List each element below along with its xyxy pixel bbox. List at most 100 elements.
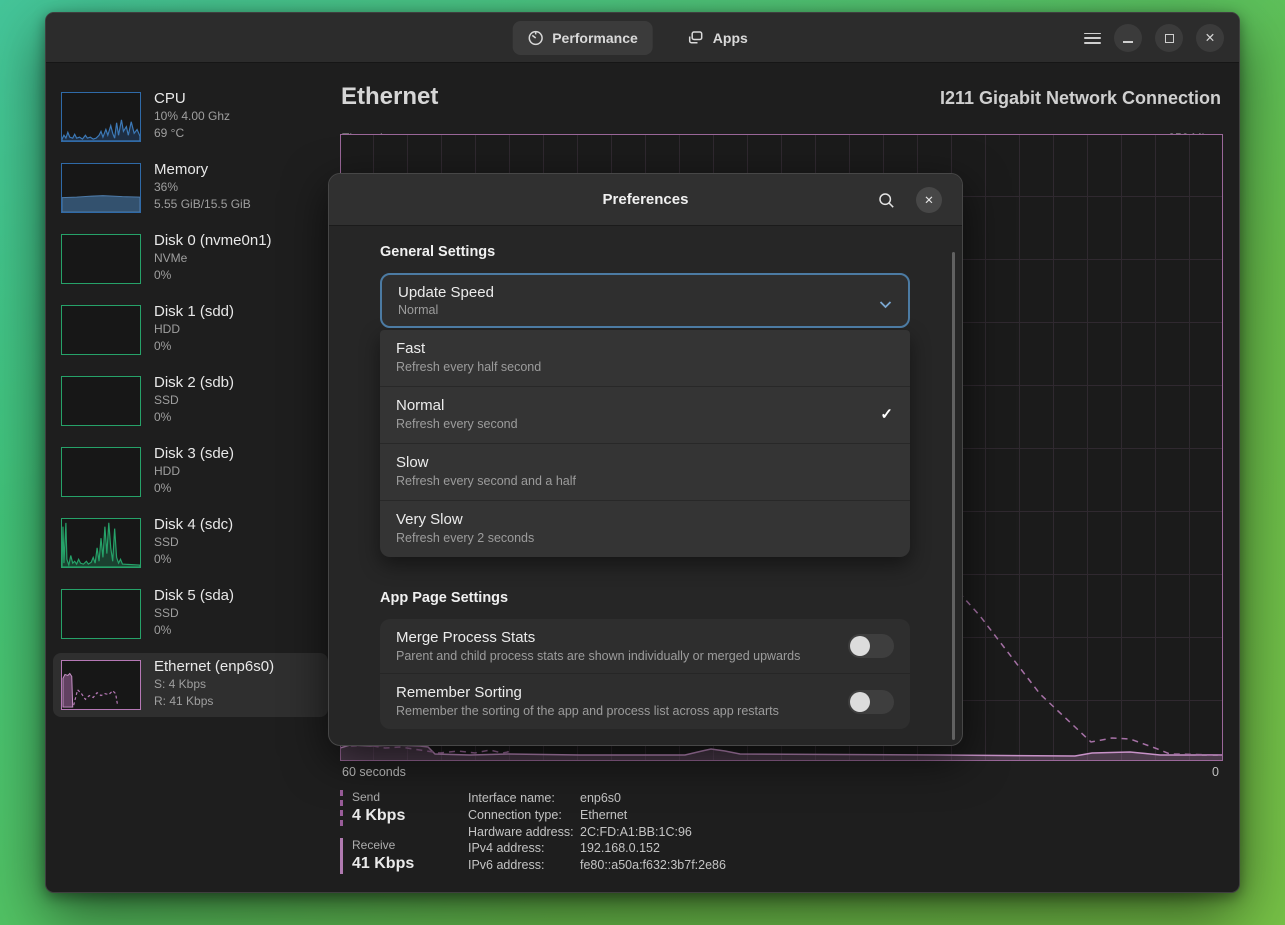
sidebar-item[interactable]: Disk 2 (sdb) SSD 0% bbox=[53, 369, 328, 433]
sidebar-item-line3: R: 41 Kbps bbox=[154, 693, 274, 710]
setting-label: Merge Process Stats bbox=[396, 628, 800, 648]
dropdown-option[interactable]: Fast Refresh every half second ✓ bbox=[380, 330, 910, 387]
detail-label: IPv6 address: bbox=[468, 857, 580, 874]
page-title: Ethernet bbox=[341, 83, 438, 111]
update-speed-value: Normal bbox=[398, 302, 892, 318]
sidebar-item-line2: SSD bbox=[154, 392, 234, 409]
app-window: Performance Apps ✕ CPU bbox=[45, 12, 1240, 893]
detail-value: fe80::a50a:f632:3b7f:2e86 bbox=[580, 857, 726, 874]
option-description: Refresh every second bbox=[396, 416, 894, 433]
search-icon[interactable] bbox=[874, 188, 898, 212]
sparkline-thumbnail bbox=[61, 589, 141, 639]
send-value: 4 Kbps bbox=[352, 805, 405, 826]
maximize-button[interactable] bbox=[1155, 24, 1183, 52]
sparkline-thumbnail bbox=[61, 518, 141, 568]
dialog-title: Preferences bbox=[329, 191, 962, 208]
sidebar-item[interactable]: Disk 3 (sde) HDD 0% bbox=[53, 440, 328, 504]
sidebar-item-name: Disk 2 (sdb) bbox=[154, 374, 234, 392]
update-speed-dropdown[interactable]: Update Speed Normal bbox=[380, 273, 910, 328]
receive-label: Receive bbox=[352, 838, 414, 853]
option-label: Fast bbox=[396, 339, 894, 359]
sidebar-item-name: CPU bbox=[154, 90, 230, 108]
minimize-button[interactable] bbox=[1114, 24, 1142, 52]
apps-icon bbox=[688, 30, 704, 46]
sidebar-item-name: Disk 0 (nvme0n1) bbox=[154, 232, 272, 250]
sidebar-item-line2: 36% bbox=[154, 179, 251, 196]
detail-value: 2C:FD:A1:BB:1C:96 bbox=[580, 824, 692, 841]
sidebar-item-line3: 0% bbox=[154, 409, 234, 426]
sidebar-item-name: Disk 3 (sde) bbox=[154, 445, 234, 463]
tab-performance[interactable]: Performance bbox=[512, 21, 653, 55]
dialog-scrollbar[interactable] bbox=[952, 252, 955, 740]
tab-performance-label: Performance bbox=[552, 30, 638, 46]
chart-window-label: 60 seconds bbox=[342, 765, 406, 779]
sidebar-item-line2: 10% 4.00 Ghz bbox=[154, 108, 230, 125]
setting-description: Remember the sorting of the app and proc… bbox=[396, 703, 779, 720]
dropdown-option[interactable]: Slow Refresh every second and a half ✓ bbox=[380, 444, 910, 501]
device-name: I211 Gigabit Network Connection bbox=[940, 88, 1221, 109]
sidebar-item-line3: 0% bbox=[154, 622, 234, 639]
update-speed-label: Update Speed bbox=[398, 283, 892, 302]
detail-label: Hardware address: bbox=[468, 824, 580, 841]
sparkline-thumbnail bbox=[61, 92, 141, 142]
sparkline-thumbnail bbox=[61, 305, 141, 355]
chart-zero-label: 0 bbox=[1212, 765, 1219, 779]
setting-description: Parent and child process stats are shown… bbox=[396, 648, 800, 665]
sparkline-thumbnail bbox=[61, 376, 141, 426]
gauge-icon bbox=[527, 30, 543, 46]
close-window-button[interactable]: ✕ bbox=[1196, 24, 1224, 52]
dialog-body: General Settings Update Speed Normal Fas… bbox=[329, 226, 962, 745]
toggle-switch[interactable] bbox=[848, 634, 894, 658]
performance-sidebar: CPU 10% 4.00 Ghz 69 °C Memory 36% 5.55 G… bbox=[46, 64, 338, 892]
sidebar-item[interactable]: Ethernet (enp6s0) S: 4 Kbps R: 41 Kbps bbox=[53, 653, 328, 717]
detail-row: Hardware address: 2C:FD:A1:BB:1C:96 bbox=[468, 824, 726, 841]
detail-row: Connection type: Ethernet bbox=[468, 807, 726, 824]
sidebar-item[interactable]: Disk 4 (sdc) SSD 0% bbox=[53, 511, 328, 575]
close-dialog-button[interactable]: ✕ bbox=[916, 187, 942, 213]
sparkline-thumbnail bbox=[61, 660, 141, 710]
toggle-switch[interactable] bbox=[848, 690, 894, 714]
sidebar-item-name: Memory bbox=[154, 161, 251, 179]
sidebar-item-name: Disk 1 (sdd) bbox=[154, 303, 234, 321]
detail-value: 192.168.0.152 bbox=[580, 840, 660, 857]
tab-apps-label: Apps bbox=[713, 30, 748, 46]
sidebar-item-line3: 0% bbox=[154, 267, 272, 284]
chevron-down-icon bbox=[879, 296, 892, 314]
sidebar-item[interactable]: Disk 1 (sdd) HDD 0% bbox=[53, 298, 328, 362]
sidebar-item-line2: HDD bbox=[154, 463, 234, 480]
sidebar-item-line3: 0% bbox=[154, 480, 234, 497]
sidebar-item[interactable]: CPU 10% 4.00 Ghz 69 °C bbox=[53, 85, 328, 149]
option-description: Refresh every second and a half bbox=[396, 473, 894, 490]
sparkline-thumbnail bbox=[61, 447, 141, 497]
sidebar-item-line3: 69 °C bbox=[154, 125, 230, 142]
detail-row: Interface name: enp6s0 bbox=[468, 790, 726, 807]
option-label: Slow bbox=[396, 453, 894, 473]
view-switcher: Performance Apps bbox=[512, 21, 763, 55]
detail-row: IPv4 address: 192.168.0.152 bbox=[468, 840, 726, 857]
sidebar-item-line2: SSD bbox=[154, 605, 234, 622]
general-settings-heading: General Settings bbox=[380, 244, 910, 260]
sidebar-item-name: Disk 4 (sdc) bbox=[154, 516, 233, 534]
app-page-settings-heading: App Page Settings bbox=[380, 590, 910, 606]
detail-row: IPv6 address: fe80::a50a:f632:3b7f:2e86 bbox=[468, 857, 726, 874]
setting-label: Remember Sorting bbox=[396, 683, 779, 703]
sidebar-item-line2: SSD bbox=[154, 534, 233, 551]
dropdown-option[interactable]: Very Slow Refresh every 2 seconds ✓ bbox=[380, 501, 910, 557]
hamburger-menu-icon[interactable] bbox=[1084, 33, 1101, 44]
sidebar-item[interactable]: Disk 0 (nvme0n1) NVMe 0% bbox=[53, 227, 328, 291]
app-page-settings-group: Merge Process Stats Parent and child pro… bbox=[380, 619, 910, 729]
sparkline-thumbnail bbox=[61, 234, 141, 284]
detail-label: Connection type: bbox=[468, 807, 580, 824]
titlebar: Performance Apps ✕ bbox=[46, 13, 1239, 63]
option-description: Refresh every half second bbox=[396, 359, 894, 376]
sparkline-thumbnail bbox=[61, 163, 141, 213]
window-controls: ✕ bbox=[1084, 24, 1224, 52]
sidebar-item[interactable]: Disk 5 (sda) SSD 0% bbox=[53, 582, 328, 646]
send-legend: Send 4 Kbps bbox=[340, 790, 405, 826]
sidebar-item[interactable]: Memory 36% 5.55 GiB/15.5 GiB bbox=[53, 156, 328, 220]
dropdown-option[interactable]: Normal Refresh every second ✓ bbox=[380, 387, 910, 444]
sidebar-item-line3: 0% bbox=[154, 338, 234, 355]
dialog-header: Preferences ✕ bbox=[329, 174, 962, 226]
tab-apps[interactable]: Apps bbox=[673, 21, 763, 55]
detail-label: IPv4 address: bbox=[468, 840, 580, 857]
